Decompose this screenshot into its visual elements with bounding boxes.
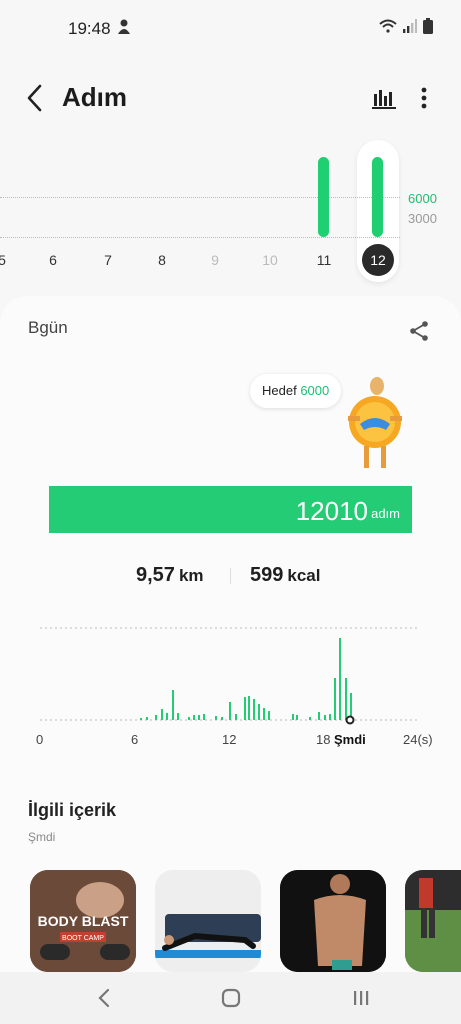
plank-thumb-image: [155, 870, 261, 972]
now-label: Şmdi: [334, 732, 366, 747]
svg-text:BODY BLAST: BODY BLAST: [38, 913, 129, 929]
hour-tick: 0: [36, 732, 44, 747]
goal-value: 6000: [300, 383, 330, 398]
running-thumb-image: [405, 870, 461, 972]
distance-stat: 9,57 km: [136, 564, 204, 587]
goal-prefix: Hedef: [262, 383, 297, 398]
hour-tick: 24(s): [403, 732, 433, 747]
bar-chart-icon[interactable]: [370, 84, 398, 112]
page-title: Adım: [62, 82, 127, 112]
today-label: Bgün: [28, 318, 68, 337]
hourly-chart-svg: [40, 627, 420, 725]
related-content-title: İlgili içerik: [28, 800, 117, 820]
related-content-subtitle: Şmdi: [28, 830, 56, 844]
day-bar-12[interactable]: [372, 157, 383, 237]
back-arrow-icon[interactable]: [22, 82, 50, 114]
day-label[interactable]: 6: [38, 252, 68, 268]
distance-value: 9,57: [136, 564, 175, 586]
hour-tick: 6: [131, 732, 139, 747]
svg-text:BOOT CAMP: BOOT CAMP: [62, 935, 104, 942]
more-options-icon[interactable]: [412, 84, 436, 112]
day-label[interactable]: 5: [0, 252, 17, 268]
day-label[interactable]: 10: [255, 252, 285, 268]
system-nav-bar: [0, 972, 461, 1024]
wifi-icon: [379, 19, 397, 33]
day-bar-11[interactable]: [318, 157, 329, 237]
calories-value: 599: [250, 564, 284, 586]
goal-bubble: Hedef 6000: [250, 374, 342, 408]
day-label[interactable]: 7: [93, 252, 123, 268]
notification-icon: [116, 18, 132, 41]
system-icons: [379, 18, 433, 34]
status-time: 19:48: [68, 19, 111, 38]
share-icon[interactable]: [408, 320, 430, 342]
nav-back-icon[interactable]: [90, 984, 120, 1012]
now-marker: [345, 715, 355, 725]
day-label[interactable]: 8: [147, 252, 177, 268]
hourly-bars: [140, 638, 352, 720]
nav-recents-icon[interactable]: [346, 984, 376, 1012]
signal-icon: [403, 19, 417, 33]
related-thumb-abs[interactable]: [280, 870, 386, 972]
distance-unit: km: [178, 566, 204, 585]
mascot-icon: [348, 377, 402, 468]
hourly-steps-chart: 0 6 12 18 Şmdi 24(s): [0, 616, 461, 756]
goal-gridline: [0, 197, 400, 198]
status-bar: 19:48: [0, 0, 461, 56]
calories-stat: 599 kcal: [250, 564, 320, 587]
steps-unit: adım: [371, 506, 400, 521]
related-thumb-plank[interactable]: [155, 870, 261, 972]
selected-day-label[interactable]: 12: [362, 244, 394, 276]
hour-tick: 18: [316, 732, 331, 747]
top-app-bar: Adım: [0, 72, 461, 124]
day-label[interactable]: 9: [200, 252, 230, 268]
steps-progress-bar: 12010 adım: [49, 486, 412, 533]
today-card: Bgün Hedef 6000 12010 adım 9,57 km 599 kca…: [0, 296, 461, 1024]
stat-divider: [230, 568, 231, 584]
hour-tick: 12: [222, 732, 237, 747]
steps-value: 12010: [295, 496, 368, 526]
calories-unit: kcal: [287, 566, 321, 585]
body-blast-thumb-image: BODY BLAST BOOT CAMP: [30, 870, 136, 972]
related-thumb-body-blast[interactable]: BODY BLAST BOOT CAMP: [30, 870, 136, 972]
daily-steps-chart[interactable]: 6000 3000 5 6 7 8 9 10 11 12: [0, 140, 461, 290]
goal-axis-label: 6000: [408, 191, 437, 206]
mid-axis-label: 3000: [408, 211, 437, 226]
related-thumb-running[interactable]: [405, 870, 461, 972]
mid-gridline: [0, 237, 400, 238]
nav-home-icon[interactable]: [216, 984, 246, 1012]
day-label[interactable]: 11: [309, 252, 339, 268]
abs-thumb-image: [280, 870, 386, 972]
battery-icon: [423, 18, 433, 34]
